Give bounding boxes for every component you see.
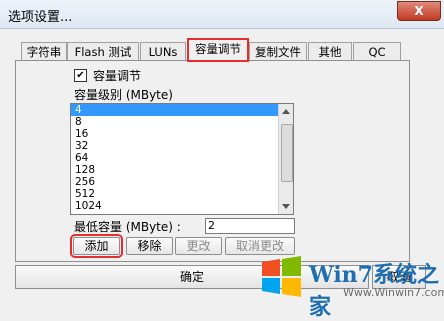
scroll-thumb[interactable]: [281, 124, 293, 182]
list-item[interactable]: 4: [71, 104, 293, 116]
scroll-up-icon[interactable]: [282, 109, 290, 114]
list-item[interactable]: 8: [71, 116, 293, 128]
capacity-level-list[interactable]: 4 8 16 32 64 128 256 512 1024: [70, 103, 294, 215]
watermark: Win7系统之家 Www.Winwin7.com: [257, 254, 444, 320]
close-icon: X: [414, 4, 424, 18]
check-icon: ✔: [76, 70, 85, 81]
list-item[interactable]: 16: [71, 128, 293, 140]
min-capacity-input[interactable]: 2: [205, 218, 295, 234]
tab-qc[interactable]: QC: [353, 42, 401, 61]
list-scrollbar[interactable]: [278, 104, 293, 214]
list-item[interactable]: 512: [71, 188, 293, 200]
remove-button[interactable]: 移除: [126, 237, 173, 255]
capacity-checkbox-label: 容量调节: [93, 69, 142, 83]
list-item[interactable]: 1024: [71, 200, 293, 212]
list-item[interactable]: 64: [71, 152, 293, 164]
tab-copy-files[interactable]: 复制文件: [249, 42, 307, 61]
tab-flash-test[interactable]: Flash 测试: [67, 42, 139, 61]
tab-other[interactable]: 其他: [308, 42, 352, 61]
watermark-url: Www.Winwin7.com: [343, 286, 444, 299]
capacity-level-label: 容量级别 (MByte): [74, 88, 173, 102]
tab-luns[interactable]: LUNs: [140, 42, 186, 61]
list-item[interactable]: 32: [71, 140, 293, 152]
capacity-checkbox-row[interactable]: ✔ 容量调节: [74, 67, 141, 84]
capacity-checkbox[interactable]: ✔: [74, 69, 87, 82]
cancel-change-button[interactable]: 取消更改: [225, 237, 295, 255]
tab-strings[interactable]: 字符串: [21, 42, 67, 61]
add-button[interactable]: 添加: [70, 234, 123, 258]
windows-logo-icon: [262, 256, 301, 297]
scroll-down-icon[interactable]: [282, 204, 290, 209]
list-item[interactable]: 256: [71, 176, 293, 188]
window-title: 选项设置...: [8, 10, 73, 25]
list-item[interactable]: 128: [71, 164, 293, 176]
close-button[interactable]: X: [397, 1, 441, 21]
title-bar: 选项设置... X: [0, 0, 444, 29]
min-capacity-label: 最低容量 (MByte) :: [74, 220, 181, 234]
change-button[interactable]: 更改: [175, 237, 222, 255]
tab-capacity[interactable]: 容量调节: [187, 38, 249, 62]
